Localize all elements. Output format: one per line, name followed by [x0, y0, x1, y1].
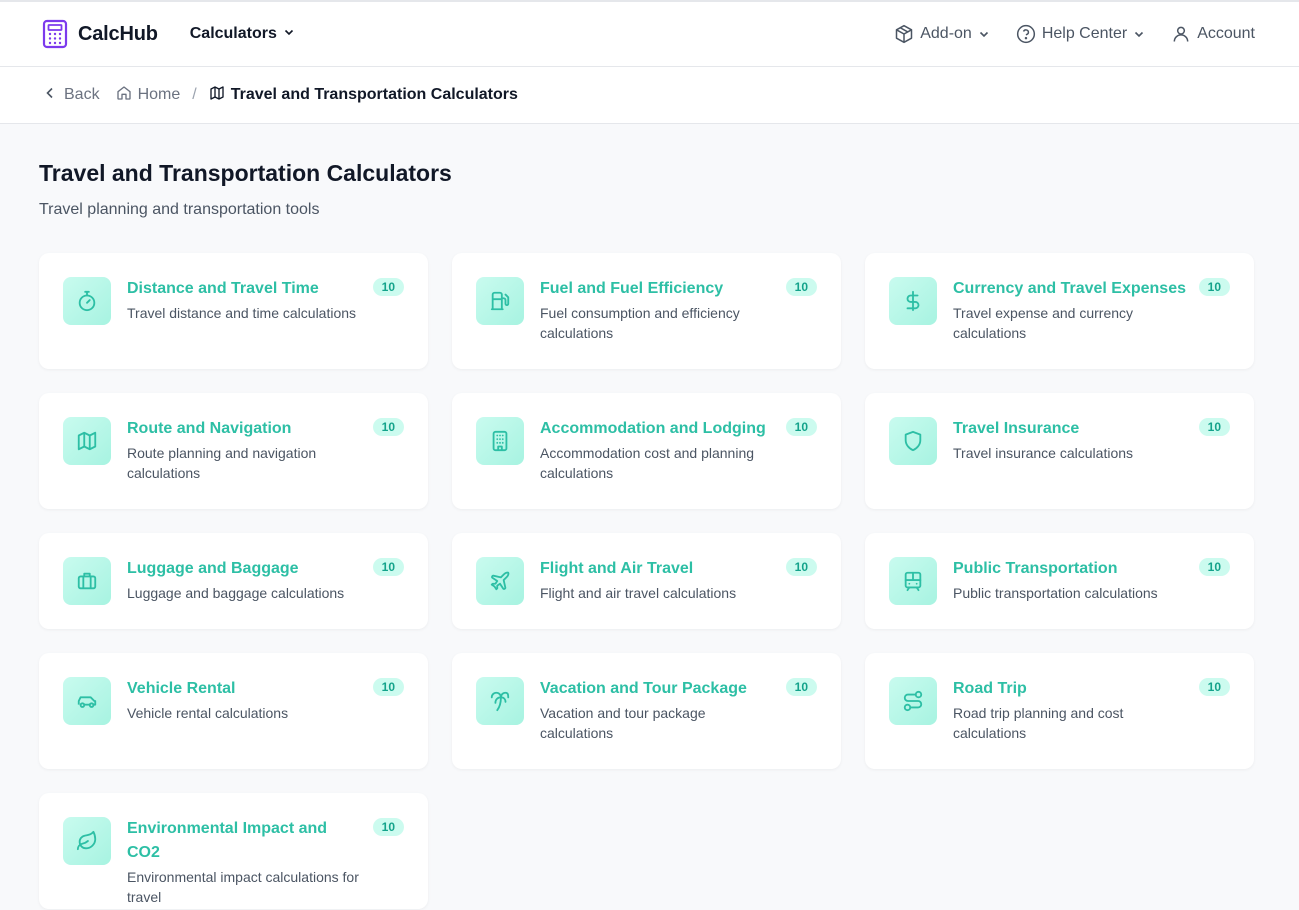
- back-label: Back: [64, 86, 100, 103]
- category-card-vacation-tour-package[interactable]: Vacation and Tour Package Vacation and t…: [452, 653, 841, 769]
- category-title: Road Trip: [953, 680, 1027, 697]
- category-title: Flight and Air Travel: [540, 560, 694, 577]
- calculator-count-badge: 10: [372, 678, 404, 696]
- category-title: Environmental Impact and CO2: [127, 820, 328, 861]
- category-title: Route and Navigation: [127, 420, 292, 437]
- category-title: Vacation and Tour Package: [540, 680, 747, 697]
- category-description: Travel expense and currency calculations: [953, 305, 1134, 341]
- category-card-vehicle-rental[interactable]: Vehicle Rental Vehicle rental calculatio…: [39, 653, 428, 769]
- breadcrumb-current: Travel and Transportation Calculators: [209, 85, 518, 106]
- map-icon: [209, 85, 225, 106]
- bus-icon: [889, 557, 937, 605]
- category-description: Travel insurance calculations: [953, 445, 1134, 461]
- help-circle-icon: [1016, 24, 1036, 44]
- category-title: Currency and Travel Expenses: [953, 280, 1186, 297]
- main-content: Travel and Transportation Calculators Tr…: [0, 124, 1299, 909]
- category-card-currency-expenses[interactable]: Currency and Travel Expenses Travel expe…: [865, 253, 1254, 369]
- calculator-count-badge: 10: [1198, 558, 1230, 576]
- category-description: Luggage and baggage calculations: [127, 585, 345, 601]
- calculator-count-badge: 10: [785, 558, 817, 576]
- category-description: Environmental impact calculations for tr…: [127, 869, 359, 905]
- category-description: Travel distance and time calculations: [127, 305, 357, 321]
- calculator-count-badge: 10: [785, 418, 817, 436]
- help-center-label: Help Center: [1041, 25, 1128, 42]
- package-icon: [894, 24, 914, 44]
- top-navbar: CalcHub Calculators Add-on Help Center A…: [0, 2, 1299, 67]
- chevron-down-icon: [978, 28, 990, 40]
- shield-icon: [889, 417, 937, 465]
- category-card-distance-travel-time[interactable]: Distance and Travel Time Travel distance…: [39, 253, 428, 369]
- chevron-down-icon: [1133, 28, 1145, 40]
- category-description: Flight and air travel calculations: [540, 585, 737, 601]
- category-title: Public Transportation: [953, 560, 1118, 577]
- category-description: Accommodation cost and planning calculat…: [540, 445, 755, 481]
- calculator-count-badge: 10: [372, 278, 404, 296]
- addon-label: Add-on: [920, 25, 972, 42]
- calculator-count-badge: 10: [1198, 278, 1230, 296]
- building-icon: [476, 417, 524, 465]
- category-card-route-navigation[interactable]: Route and Navigation Route planning and …: [39, 393, 428, 509]
- luggage-icon: [63, 557, 111, 605]
- calculator-count-badge: 10: [785, 678, 817, 696]
- plane-icon: [476, 557, 524, 605]
- chevron-left-icon: [42, 85, 58, 106]
- category-title: Distance and Travel Time: [127, 280, 319, 297]
- account-label: Account: [1197, 25, 1255, 42]
- dollar-icon: [889, 277, 937, 325]
- calculator-count-badge: 10: [1198, 418, 1230, 436]
- palm-tree-icon: [476, 677, 524, 725]
- calculators-menu[interactable]: Calculators: [190, 25, 295, 43]
- category-description: Vacation and tour package calculations: [540, 705, 706, 741]
- category-card-environmental-impact[interactable]: Environmental Impact and CO2 Environment…: [39, 793, 428, 909]
- category-card-road-trip[interactable]: Road Trip Road trip planning and cost ca…: [865, 653, 1254, 769]
- category-description: Route planning and navigation calculatio…: [127, 445, 317, 481]
- category-description: Road trip planning and cost calculations: [953, 705, 1124, 741]
- category-card-flight-air-travel[interactable]: Flight and Air Travel Flight and air tra…: [452, 533, 841, 629]
- calculators-menu-label: Calculators: [189, 25, 277, 42]
- page-title: Travel and Transportation Calculators: [39, 160, 452, 186]
- calculator-count-badge: 10: [372, 558, 404, 576]
- account-menu[interactable]: Account: [1171, 24, 1255, 44]
- home-icon: [116, 85, 132, 106]
- user-icon: [1171, 24, 1191, 44]
- category-card-accommodation-lodging[interactable]: Accommodation and Lodging Accommodation …: [452, 393, 841, 509]
- category-title: Fuel and Fuel Efficiency: [540, 280, 724, 297]
- map-icon: [63, 417, 111, 465]
- calculator-count-badge: 10: [1198, 678, 1230, 696]
- category-title: Travel Insurance: [953, 420, 1080, 437]
- home-label: Home: [137, 86, 181, 103]
- chevron-down-icon: [283, 25, 295, 43]
- category-description: Public transportation calculations: [953, 585, 1158, 601]
- calculator-count-badge: 10: [785, 278, 817, 296]
- home-link[interactable]: Home: [116, 85, 181, 106]
- breadcrumb-current-label: Travel and Transportation Calculators: [230, 86, 518, 103]
- stopwatch-icon: [63, 277, 111, 325]
- category-title: Luggage and Baggage: [127, 560, 299, 577]
- addon-menu[interactable]: Add-on: [894, 24, 990, 44]
- category-card-fuel-efficiency[interactable]: Fuel and Fuel Efficiency Fuel consumptio…: [452, 253, 841, 369]
- calculator-count-badge: 10: [372, 418, 404, 436]
- calculator-count-badge: 10: [372, 818, 404, 836]
- calculator-icon: [42, 19, 68, 49]
- brand-logo[interactable]: CalcHub: [42, 19, 158, 49]
- category-card-luggage-baggage[interactable]: Luggage and Baggage Luggage and baggage …: [39, 533, 428, 629]
- category-title: Accommodation and Lodging: [540, 420, 766, 437]
- route-icon: [889, 677, 937, 725]
- category-card-travel-insurance[interactable]: Travel Insurance Travel insurance calcul…: [865, 393, 1254, 509]
- category-title: Vehicle Rental: [127, 680, 236, 697]
- car-icon: [63, 677, 111, 725]
- page-subtitle: Travel planning and transportation tools: [39, 201, 320, 218]
- leaf-icon: [63, 817, 111, 865]
- brand-name: CalcHub: [78, 22, 158, 45]
- category-description: Vehicle rental calculations: [127, 705, 289, 721]
- breadcrumb-separator: /: [192, 86, 197, 103]
- category-card-public-transportation[interactable]: Public Transportation Public transportat…: [865, 533, 1254, 629]
- back-link[interactable]: Back: [42, 85, 100, 106]
- category-grid: Distance and Travel Time Travel distance…: [39, 253, 1255, 909]
- breadcrumb: Back Home / Travel and Transportation Ca…: [0, 67, 1299, 124]
- help-center-menu[interactable]: Help Center: [1016, 24, 1145, 44]
- fuel-pump-icon: [476, 277, 524, 325]
- category-description: Fuel consumption and efficiency calculat…: [540, 305, 740, 341]
